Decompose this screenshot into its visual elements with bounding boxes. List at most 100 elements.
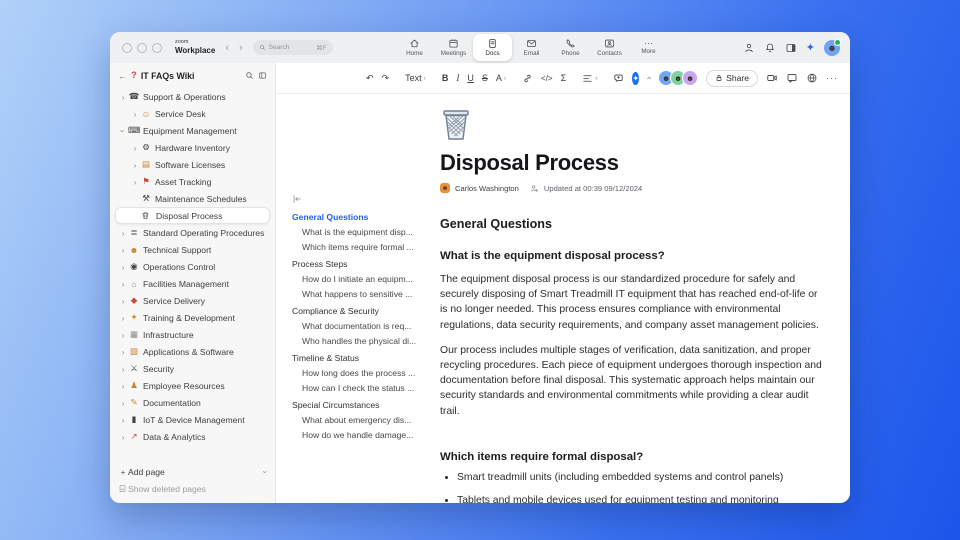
toc-heading-compliance-security[interactable]: Compliance & Security bbox=[292, 306, 422, 316]
chevron-right-icon[interactable]: › bbox=[130, 177, 140, 187]
window-close-button[interactable] bbox=[122, 42, 132, 53]
code-button[interactable]: </> bbox=[541, 74, 553, 83]
more-options-button[interactable]: ··· bbox=[826, 73, 838, 83]
sidebar-item-maintenance-schedules[interactable]: ⚒ Maintenance Schedules bbox=[115, 190, 270, 207]
toc-item[interactable]: What about emergency dis... bbox=[292, 415, 422, 425]
chevron-right-icon[interactable]: › bbox=[118, 330, 128, 340]
align-dropdown[interactable]: › bbox=[582, 73, 597, 84]
sidebar-item-security[interactable]: › ⚔ Security bbox=[115, 360, 270, 377]
toc-collapse-button[interactable] bbox=[292, 194, 422, 204]
sidebar-item-technical-support[interactable]: › ☻ Technical Support bbox=[115, 241, 270, 258]
link-button[interactable] bbox=[522, 73, 533, 84]
toc-item[interactable]: How long does the process ... bbox=[292, 368, 422, 378]
toc-heading-timeline-status[interactable]: Timeline & Status bbox=[292, 353, 422, 363]
sidebar-item-documentation[interactable]: › ✎ Documentation bbox=[115, 394, 270, 411]
add-page-button[interactable]: + Add page › bbox=[115, 463, 271, 480]
sidebar-item-support-operations[interactable]: › ☎ Support & Operations bbox=[115, 88, 270, 105]
sidebar-item-service-delivery[interactable]: › ◆ Service Delivery bbox=[115, 292, 270, 309]
collaborator-avatar[interactable]: ☻ bbox=[682, 70, 699, 86]
sidebar-item-employee-resources[interactable]: › ♟ Employee Resources bbox=[115, 377, 270, 394]
redo-button[interactable]: ↷ bbox=[382, 73, 390, 84]
toc-heading-process-steps[interactable]: Process Steps bbox=[292, 259, 422, 269]
chevron-right-icon[interactable]: › bbox=[118, 432, 128, 442]
profile-icon[interactable] bbox=[743, 42, 755, 54]
toc-item[interactable]: Which items require formal ... bbox=[292, 242, 422, 252]
chevron-right-icon[interactable]: › bbox=[130, 160, 140, 170]
chevron-right-icon[interactable]: › bbox=[118, 381, 128, 391]
sidebar-item-applications-software[interactable]: › ▧ Applications & Software bbox=[115, 343, 270, 360]
user-avatar[interactable]: ☻ bbox=[824, 38, 841, 56]
chevron-right-icon[interactable]: › bbox=[130, 109, 140, 119]
sidebar-item-standard-operating-procedures[interactable]: › ≣ Standard Operating Procedures bbox=[115, 224, 270, 241]
text-style-dropdown[interactable]: Text › bbox=[405, 73, 426, 83]
author-name[interactable]: Carlos Washington bbox=[455, 184, 519, 193]
toc-item[interactable]: How can I check the status ... bbox=[292, 383, 422, 393]
sidebar-item-operations-control[interactable]: › ◉ Operations Control bbox=[115, 258, 270, 275]
chevron-right-icon[interactable]: › bbox=[118, 245, 128, 255]
sidebar-item-iot-device-management[interactable]: › ▮ IoT & Device Management bbox=[115, 411, 270, 428]
undo-button[interactable]: ↶ bbox=[366, 73, 374, 84]
toc-item[interactable]: How do we handle damage... bbox=[292, 430, 422, 440]
toc-heading-special-circumstances[interactable]: Special Circumstances bbox=[292, 400, 422, 410]
tab-meetings[interactable]: Meetings bbox=[434, 32, 473, 63]
toc-item[interactable]: What documentation is req... bbox=[292, 321, 422, 331]
ai-assist-button[interactable]: ✦ bbox=[632, 71, 640, 85]
ai-companion-icon[interactable]: ✦ bbox=[806, 41, 815, 54]
chevron-right-icon[interactable]: › bbox=[118, 296, 128, 306]
chevron-right-icon[interactable]: › bbox=[118, 262, 128, 272]
chevron-right-icon[interactable]: › bbox=[118, 347, 128, 357]
chevron-down-icon[interactable]: › bbox=[261, 470, 271, 473]
forward-button[interactable]: › bbox=[239, 42, 243, 54]
panel-toggle-icon[interactable] bbox=[785, 42, 797, 54]
tab-docs[interactable]: Docs bbox=[473, 34, 512, 61]
tab-email[interactable]: Email bbox=[512, 32, 551, 63]
tab-more[interactable]: ··· More bbox=[629, 32, 668, 63]
tab-home[interactable]: Home bbox=[395, 32, 434, 63]
video-call-button[interactable] bbox=[766, 72, 778, 84]
sidebar-item-data-analytics[interactable]: › ↗ Data & Analytics bbox=[115, 428, 270, 445]
sidebar-item-asset-tracking[interactable]: › ⚑ Asset Tracking bbox=[115, 173, 270, 190]
chevron-right-icon[interactable]: › bbox=[118, 415, 128, 425]
chevron-down-icon[interactable]: › bbox=[118, 126, 128, 136]
chevron-right-icon[interactable]: › bbox=[118, 228, 128, 238]
sidebar-back-button[interactable]: ← bbox=[118, 71, 127, 81]
chevron-right-icon[interactable]: › bbox=[118, 92, 128, 102]
chevron-right-icon[interactable]: › bbox=[118, 398, 128, 408]
toc-item[interactable]: Who handles the physical di... bbox=[292, 336, 422, 346]
collapse-toolbar-button[interactable]: › bbox=[644, 77, 654, 80]
strikethrough-button[interactable]: S bbox=[482, 73, 488, 83]
back-button[interactable]: ‹ bbox=[225, 42, 229, 54]
sidebar-item-facilities-management[interactable]: › ⌂ Facilities Management bbox=[115, 275, 270, 292]
italic-button[interactable]: I bbox=[456, 73, 459, 83]
underline-button[interactable]: U bbox=[467, 73, 474, 83]
bold-button[interactable]: B bbox=[442, 73, 449, 83]
sidebar-item-equipment-management[interactable]: › ⌨ Equipment Management bbox=[115, 122, 270, 139]
chevron-right-icon[interactable]: › bbox=[118, 313, 128, 323]
chevron-right-icon[interactable]: › bbox=[118, 364, 128, 374]
share-button[interactable]: Share bbox=[706, 69, 759, 87]
sidebar-item-training-development[interactable]: › ✦ Training & Development bbox=[115, 309, 270, 326]
chevron-right-icon[interactable]: › bbox=[130, 143, 140, 153]
sidebar-item-infrastructure[interactable]: › ▦ Infrastructure bbox=[115, 326, 270, 343]
sidebar-item-disposal-process[interactable]: Disposal Process bbox=[115, 207, 270, 224]
document-page[interactable]: Disposal Process ☻ Carlos Washington Upd… bbox=[428, 94, 850, 503]
window-minimize-button[interactable] bbox=[137, 42, 147, 53]
show-deleted-pages-button[interactable]: Show deleted pages bbox=[115, 480, 270, 497]
chevron-right-icon[interactable]: › bbox=[118, 279, 128, 289]
language-button[interactable] bbox=[806, 72, 818, 84]
toc-item[interactable]: What happens to sensitive ... bbox=[292, 289, 422, 299]
tab-contacts[interactable]: Contacts bbox=[590, 32, 629, 63]
sidebar-search-button[interactable] bbox=[245, 71, 254, 80]
text-color-dropdown[interactable]: A › bbox=[496, 73, 506, 83]
sidebar-item-hardware-inventory[interactable]: › ⚙ Hardware Inventory bbox=[115, 139, 270, 156]
formula-button[interactable]: Σ bbox=[561, 73, 567, 83]
sidebar-item-software-licenses[interactable]: › ▤ Software Licenses bbox=[115, 156, 270, 173]
tab-phone[interactable]: Phone bbox=[551, 32, 590, 63]
global-search-input[interactable]: Search ⌘F bbox=[252, 40, 333, 55]
comment-button[interactable] bbox=[613, 73, 624, 84]
sidebar-collapse-button[interactable] bbox=[258, 71, 267, 80]
notifications-bell-icon[interactable] bbox=[764, 42, 776, 54]
toc-item[interactable]: What is the equipment disp... bbox=[292, 227, 422, 237]
sidebar-item-service-desk[interactable]: › ☺ Service Desk bbox=[115, 105, 270, 122]
window-zoom-button[interactable] bbox=[152, 42, 162, 53]
